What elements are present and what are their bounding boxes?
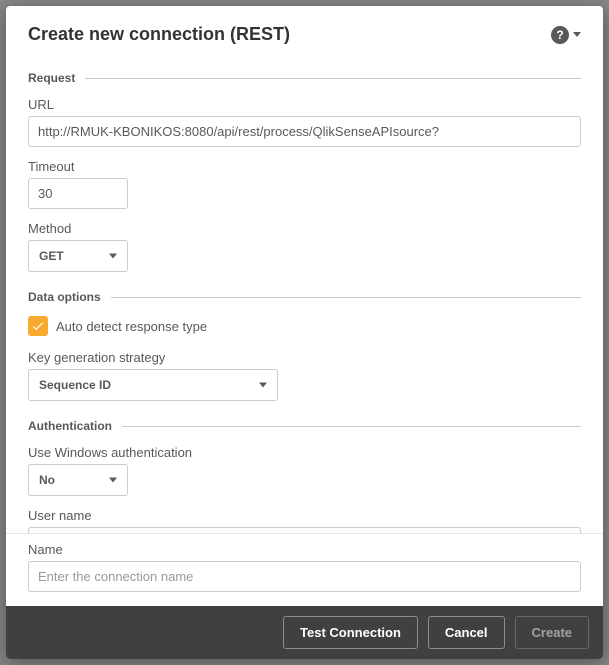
dialog-title: Create new connection (REST) <box>28 24 290 45</box>
section-divider <box>111 297 581 298</box>
create-button[interactable]: Create <box>515 616 589 649</box>
method-label: Method <box>28 221 581 236</box>
data-options-section: Data options Auto detect response type K… <box>28 290 581 401</box>
url-label: URL <box>28 97 581 112</box>
key-gen-select[interactable]: Sequence ID <box>28 369 278 401</box>
section-header-authentication: Authentication <box>28 419 581 433</box>
section-title-authentication: Authentication <box>28 419 112 433</box>
section-divider <box>122 426 581 427</box>
windows-auth-field: Use Windows authentication No <box>28 445 581 496</box>
auto-detect-row: Auto detect response type <box>28 316 581 336</box>
username-input[interactable] <box>28 527 581 533</box>
request-section: Request URL Timeout Method GET <box>28 71 581 272</box>
key-gen-label: Key generation strategy <box>28 350 581 365</box>
method-value: GET <box>39 249 64 263</box>
help-dropdown[interactable]: ? <box>551 26 581 44</box>
test-connection-button[interactable]: Test Connection <box>283 616 418 649</box>
name-input[interactable] <box>28 561 581 592</box>
method-field: Method GET <box>28 221 581 272</box>
connection-dialog: Create new connection (REST) ? Request U… <box>6 6 603 659</box>
dialog-footer: Test Connection Cancel Create <box>6 606 603 659</box>
section-divider <box>85 78 581 79</box>
url-input[interactable] <box>28 116 581 147</box>
section-title-data-options: Data options <box>28 290 101 304</box>
method-select[interactable]: GET <box>28 240 128 272</box>
timeout-input[interactable] <box>28 178 128 209</box>
username-field: User name <box>28 508 581 533</box>
help-icon: ? <box>551 26 569 44</box>
timeout-field: Timeout <box>28 159 581 209</box>
cancel-button[interactable]: Cancel <box>428 616 505 649</box>
section-title-request: Request <box>28 71 75 85</box>
section-header-request: Request <box>28 71 581 85</box>
check-icon <box>31 319 45 333</box>
windows-auth-value: No <box>39 473 55 487</box>
key-gen-value: Sequence ID <box>39 378 111 392</box>
chevron-down-icon <box>573 32 581 37</box>
name-label: Name <box>28 542 581 557</box>
chevron-down-icon <box>109 478 117 483</box>
chevron-down-icon <box>109 254 117 259</box>
authentication-section: Authentication Use Windows authenticatio… <box>28 419 581 533</box>
dialog-header: Create new connection (REST) ? <box>6 6 603 53</box>
timeout-label: Timeout <box>28 159 581 174</box>
chevron-down-icon <box>259 383 267 388</box>
dialog-body[interactable]: Request URL Timeout Method GET <box>6 53 603 533</box>
auto-detect-label: Auto detect response type <box>56 319 207 334</box>
key-gen-field: Key generation strategy Sequence ID <box>28 350 581 401</box>
username-label: User name <box>28 508 581 523</box>
url-field: URL <box>28 97 581 147</box>
auto-detect-checkbox[interactable] <box>28 316 48 336</box>
name-section: Name <box>6 533 603 606</box>
section-header-data-options: Data options <box>28 290 581 304</box>
windows-auth-label: Use Windows authentication <box>28 445 581 460</box>
windows-auth-select[interactable]: No <box>28 464 128 496</box>
